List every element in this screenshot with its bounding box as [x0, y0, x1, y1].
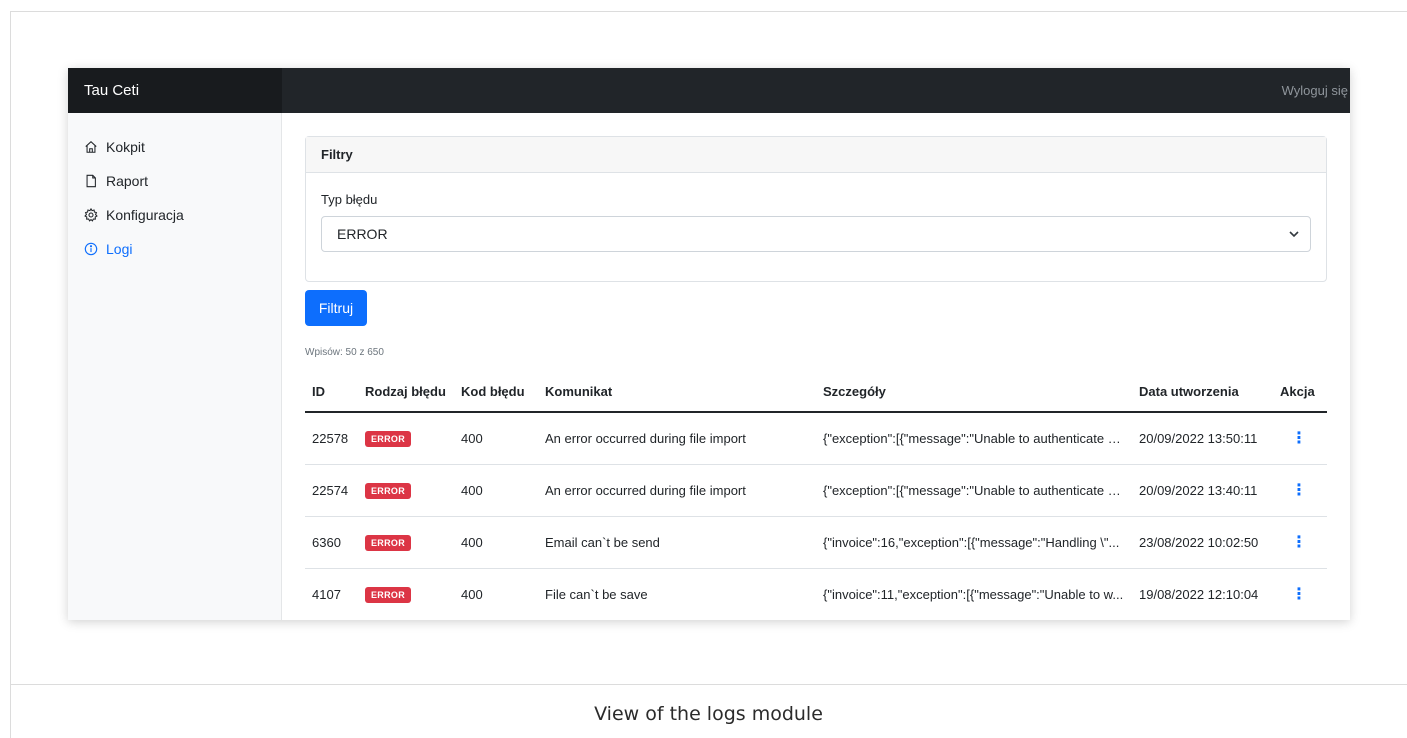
sidebar-item-konfiguracja[interactable]: Konfiguracja [68, 198, 281, 232]
chevron-down-icon [1288, 228, 1300, 240]
col-header-action: Akcja [1273, 372, 1327, 413]
table-header-row: ID Rodzaj błędu Kod błędu Komunikat Szcz… [305, 372, 1327, 413]
cell-id: 22574 [305, 464, 358, 517]
info-icon [84, 242, 98, 256]
status-badge: ERROR [365, 482, 412, 499]
cell-details: {"invoice":16,"exception":[{"message":"H… [816, 516, 1132, 569]
table-row: 22574 ERROR 400 An error occurred during… [305, 464, 1327, 517]
cell-code: 400 [454, 568, 538, 620]
status-badge: ERROR [365, 430, 412, 447]
filters-title: Filtry [306, 137, 1326, 173]
logs-table: ID Rodzaj błędu Kod błędu Komunikat Szcz… [305, 372, 1327, 620]
sidebar-item-raport[interactable]: Raport [68, 164, 281, 198]
cell-details: {"invoice":11,"exception":[{"message":"U… [816, 568, 1132, 620]
gear-icon [84, 208, 98, 222]
entries-count: Wpisów: 50 z 650 [305, 347, 384, 358]
col-header-type[interactable]: Rodzaj błędu [358, 372, 454, 413]
cell-message: Email can`t be send [538, 516, 816, 569]
filters-card: Filtry Typ błędu ERROR [305, 136, 1327, 282]
figure-caption: View of the logs module [594, 703, 823, 725]
col-header-code[interactable]: Kod błędu [454, 372, 538, 413]
col-header-id[interactable]: ID [305, 372, 358, 413]
row-actions-kebab-icon[interactable]: ⋮ [1280, 586, 1307, 603]
logout-link[interactable]: Wyloguj się [1282, 68, 1348, 113]
cell-code: 400 [454, 412, 538, 465]
cell-created: 20/09/2022 13:40:11 [1132, 464, 1273, 517]
cell-code: 400 [454, 516, 538, 569]
cell-created: 23/08/2022 10:02:50 [1132, 516, 1273, 569]
table-row: 4107 ERROR 400 File can`t be save {"invo… [305, 568, 1327, 620]
top-navbar: Tau Ceti Wyloguj się [68, 68, 1350, 113]
sidebar-item-label: Logi [106, 241, 133, 257]
sidebar-item-kokpit[interactable]: Kokpit [68, 130, 281, 164]
error-type-label: Typ błędu [321, 192, 378, 207]
cell-message: An error occurred during file import [538, 412, 816, 465]
cell-message: File can`t be save [538, 568, 816, 620]
status-badge: ERROR [365, 586, 412, 603]
cell-created: 19/08/2022 12:10:04 [1132, 568, 1273, 620]
col-header-message[interactable]: Komunikat [538, 372, 816, 413]
cell-code: 400 [454, 464, 538, 517]
table-row: 22578 ERROR 400 An error occurred during… [305, 412, 1327, 465]
sidebar-item-label: Kokpit [106, 139, 145, 155]
error-type-value: ERROR [337, 226, 388, 242]
table-row: 6360 ERROR 400 Email can`t be send {"inv… [305, 516, 1327, 569]
sidebar-item-label: Raport [106, 173, 149, 189]
status-badge: ERROR [365, 534, 412, 551]
row-actions-kebab-icon[interactable]: ⋮ [1280, 534, 1307, 551]
cell-id: 22578 [305, 412, 358, 465]
error-type-select[interactable]: ERROR [321, 216, 1311, 252]
filter-button[interactable]: Filtruj [305, 290, 367, 326]
col-header-details[interactable]: Szczegóły [816, 372, 1132, 413]
sidebar-item-logi[interactable]: Logi [68, 232, 281, 266]
app-window: Tau Ceti Wyloguj się Kokpit Raport Konfi… [68, 68, 1350, 620]
row-actions-kebab-icon[interactable]: ⋮ [1280, 482, 1307, 499]
sidebar: Kokpit Raport Konfiguracja Logi [68, 113, 282, 620]
cell-id: 6360 [305, 516, 358, 569]
file-icon [84, 174, 98, 188]
sidebar-item-label: Konfiguracja [106, 207, 184, 223]
cell-id: 4107 [305, 568, 358, 620]
caption-divider [10, 684, 1407, 685]
cell-details: {"exception":[{"message":"Unable to auth… [816, 412, 1132, 465]
col-header-created[interactable]: Data utworzenia [1132, 372, 1273, 413]
cell-created: 20/09/2022 13:50:11 [1132, 412, 1273, 465]
cell-details: {"exception":[{"message":"Unable to auth… [816, 464, 1132, 517]
row-actions-kebab-icon[interactable]: ⋮ [1280, 430, 1307, 447]
brand-name[interactable]: Tau Ceti [68, 68, 282, 113]
home-icon [84, 140, 98, 154]
cell-message: An error occurred during file import [538, 464, 816, 517]
